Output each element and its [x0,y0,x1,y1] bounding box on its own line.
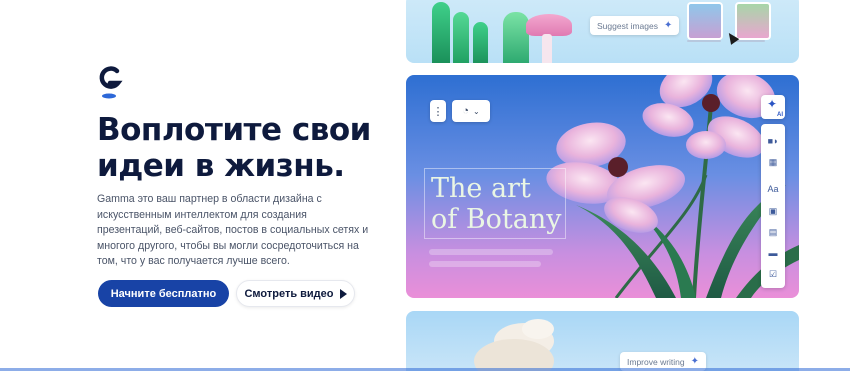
card-image-suggestions: Suggest images ✦ [406,0,799,63]
start-free-label: Начните бесплатно [110,287,217,300]
more-options-button[interactable]: ⋮ [430,100,446,122]
hero-headline: Воплотите свои идеи в жизнь. [97,112,387,184]
suggest-images-chip[interactable]: Suggest images ✦ [590,16,680,35]
theme-palette-button[interactable]: ◔ ⌄ [452,100,490,122]
slide-title-line-2: of Botany [431,204,562,235]
sparkle-icon: ✦ [663,20,673,31]
video-icon[interactable]: ▤ [761,227,785,238]
text-style-icon[interactable]: Aa [761,184,785,194]
ai-assistant-button[interactable]: ✦ AI [761,95,785,119]
insert-toolbar: ■◗ ▦ Aa ▣ ▤ ▬ ☑ [761,124,785,288]
cactus-illustration [453,12,469,63]
hands-illustration [474,319,554,371]
slide-title-line-1: The art [431,173,531,204]
placeholder-text-line [429,261,541,267]
embed-icon[interactable]: ▬ [761,248,785,258]
mushroom-stem [542,34,552,63]
mushroom-illustration [526,14,572,36]
ai-badge: AI [777,112,783,118]
sparkle-icon: ✦ [767,97,778,111]
card-improve-writing: Improve writing ✦ [406,311,799,371]
chevron-down-icon: ⌄ [472,106,480,116]
watch-video-label: Смотреть видео [244,287,334,300]
cactus-illustration [473,22,488,63]
shapes-icon[interactable]: ■◗ [761,136,785,146]
image-icon[interactable]: ▣ [761,206,785,217]
form-icon[interactable]: ☑ [761,269,785,280]
hero-description: Gamma это ваш партнер в области дизайна … [97,193,369,267]
cactus-illustration [503,12,529,63]
headline-line-1: Воплотите свои [97,112,371,148]
thumbnail-caption-line [687,40,721,42]
watch-video-button[interactable]: Смотреть видео [236,280,355,307]
layout-icon[interactable]: ▦ [761,157,785,168]
gamma-logo-icon[interactable] [97,66,123,100]
thumbnail-caption-line [735,40,765,42]
palette-icon: ◔ [462,105,469,117]
placeholder-text-line [429,249,553,255]
start-free-button[interactable]: Начните бесплатно [98,280,229,307]
suggest-images-label: Suggest images [597,20,658,31]
cactus-illustration [432,2,450,63]
suggested-image-thumbnail[interactable] [735,2,771,40]
suggested-image-thumbnail[interactable] [687,2,723,40]
headline-line-2: идеи в жизнь. [97,148,345,184]
sparkle-icon: ✦ [690,356,700,367]
improve-writing-label: Improve writing [627,356,685,367]
play-icon [339,288,347,299]
